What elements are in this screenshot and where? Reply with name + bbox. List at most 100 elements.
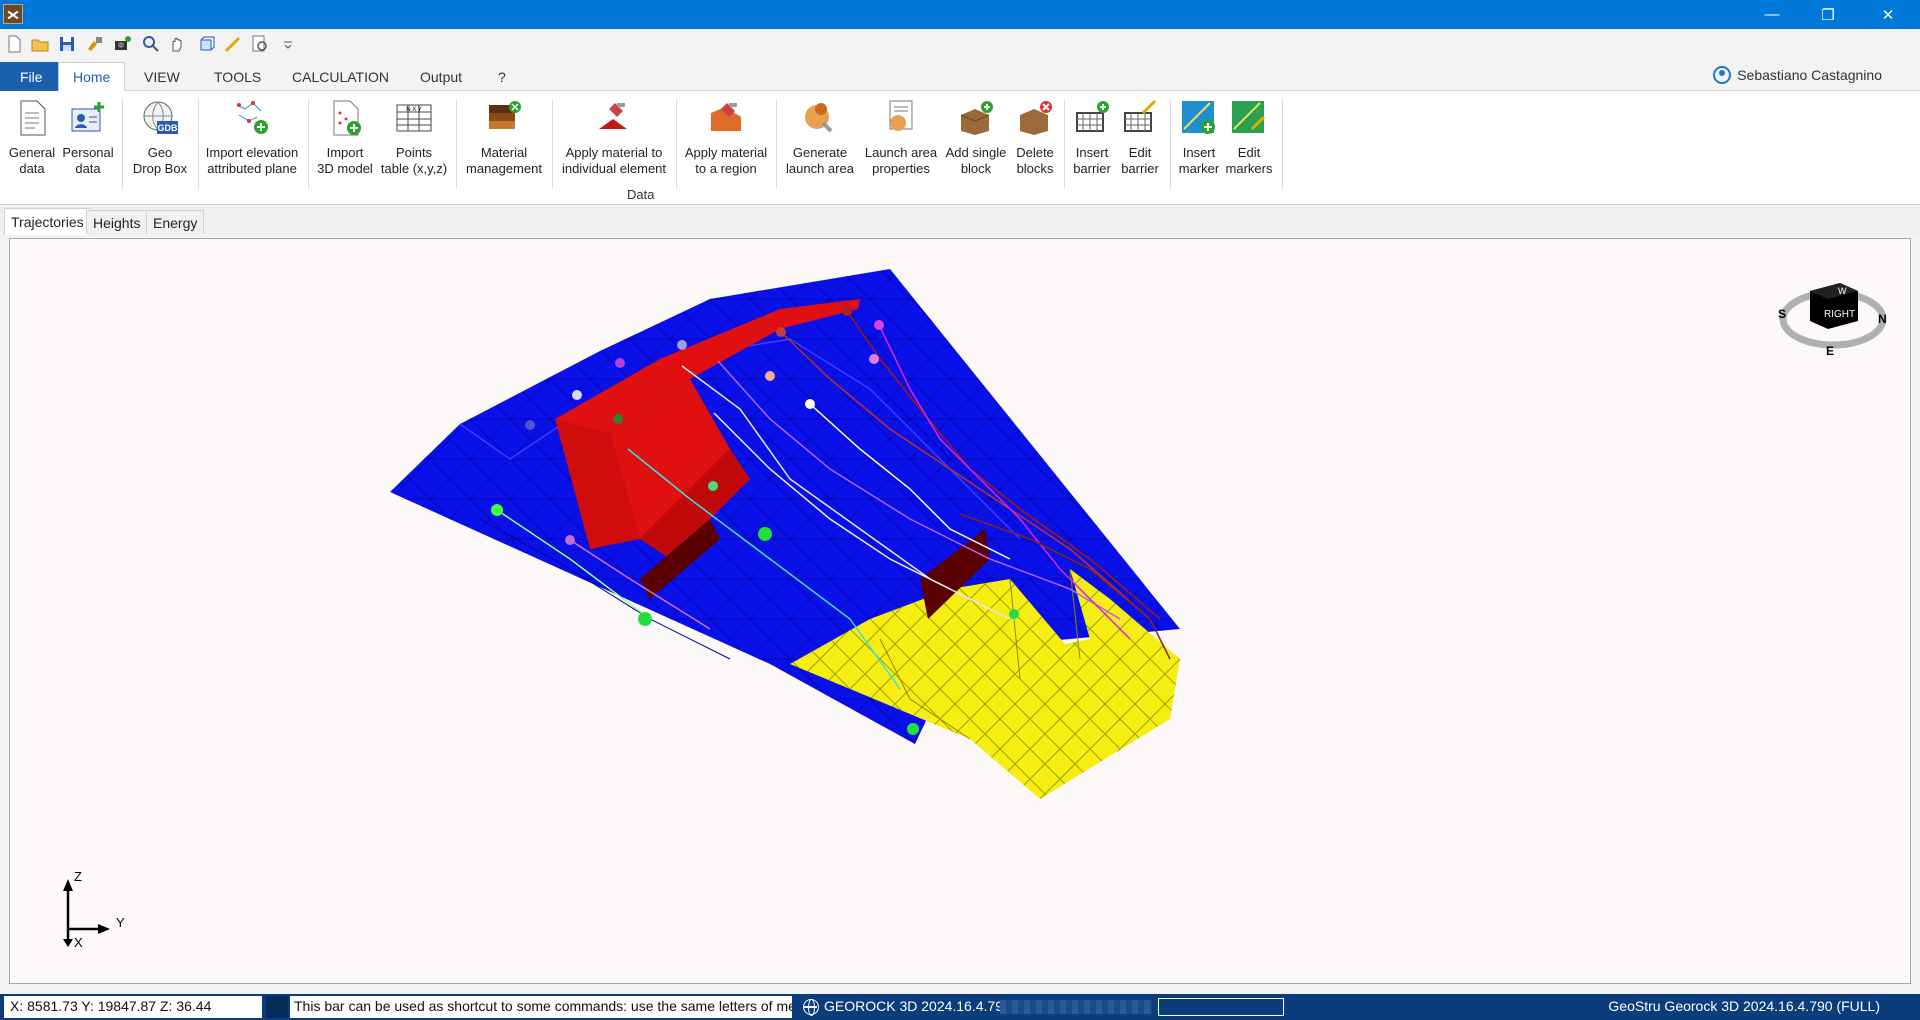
personal-card-icon	[71, 102, 104, 132]
marker-edit-icon	[1232, 101, 1266, 133]
ribbon-separator	[776, 99, 777, 189]
ribbon-separator	[552, 99, 553, 189]
import-model-icon	[333, 100, 361, 136]
axis-y-label: Y	[116, 915, 125, 930]
insert-marker-button[interactable]: Insert marker	[1174, 99, 1224, 177]
delete-blocks-button[interactable]: Delete blocks	[1010, 99, 1060, 177]
marker-insert-icon	[1182, 101, 1215, 134]
ribbon-separator	[1282, 99, 1283, 189]
app-icon[interactable]	[3, 4, 23, 24]
tab-energy[interactable]: Energy	[146, 210, 205, 234]
ribbon-separator	[1170, 99, 1171, 189]
user-account[interactable]: Sebastiano Castagnino	[1713, 66, 1882, 84]
globe-icon[interactable]	[803, 999, 819, 1016]
document-icon	[20, 100, 46, 136]
customize-dropdown-icon[interactable]	[282, 35, 294, 53]
tab-home[interactable]: Home	[58, 62, 126, 92]
insert-barrier-button[interactable]: Insert barrier	[1068, 99, 1116, 177]
progress-bar	[1158, 998, 1284, 1016]
elevation-points-icon	[236, 101, 268, 134]
tab-tools[interactable]: TOOLS	[200, 62, 275, 91]
ribbon-separator	[308, 99, 309, 189]
ribbon-separator	[456, 99, 457, 189]
zoom-icon[interactable]	[142, 35, 160, 53]
material-layers-icon	[489, 101, 521, 129]
edit-barrier-button[interactable]: Edit barrier	[1116, 99, 1164, 177]
ribbon-separator	[198, 99, 199, 189]
tab-trajectories[interactable]: Trajectories	[4, 208, 91, 235]
cursor-coordinates: X: 8581.73 Y: 19847.87 Z: 36.44	[4, 996, 262, 1018]
tab-help[interactable]: ?	[484, 62, 520, 91]
view-cube-right: N	[1878, 312, 1887, 326]
tab-file[interactable]: File	[0, 62, 63, 91]
cube-view-icon[interactable]	[198, 35, 216, 53]
terrain-scene	[390, 269, 1180, 799]
view-cube[interactable]: W RIGHT S N E	[1778, 271, 1888, 358]
launch-area-properties-button[interactable]: Launch area properties	[862, 99, 940, 177]
measure-icon[interactable]	[224, 35, 242, 53]
material-management-button[interactable]: Material management	[462, 99, 546, 177]
view-cube-icon: W RIGHT S N E	[1778, 283, 1887, 358]
pan-edit-icon[interactable]	[86, 35, 104, 53]
axis-x-label: X	[74, 935, 83, 949]
open-folder-icon[interactable]	[31, 35, 49, 53]
title-bar: — ❐ ✕	[0, 0, 1920, 29]
ribbon-tabs: File Home VIEW TOOLS CALCULATION Output …	[0, 58, 1920, 92]
command-input[interactable]: This bar can be used as shortcut to some…	[290, 996, 792, 1018]
ribbon-separator	[122, 99, 123, 189]
apply-material-region-button[interactable]: Apply material to a region	[682, 99, 770, 177]
new-file-icon[interactable]	[5, 35, 23, 53]
personal-data-button[interactable]: Personal data	[60, 99, 116, 177]
import-elevation-button[interactable]: Import elevation attributed plane	[202, 99, 302, 177]
quick-access-toolbar	[0, 29, 1920, 58]
launch-properties-icon	[889, 100, 913, 131]
status-bar: X: 8581.73 Y: 19847.87 Z: 36.44 This bar…	[0, 994, 1920, 1020]
view-cube-left: S	[1778, 307, 1786, 321]
globe-database-icon: GDB	[143, 101, 179, 134]
barrier-insert-icon	[1076, 101, 1109, 132]
tab-output[interactable]: Output	[406, 62, 476, 91]
paint-element-icon	[599, 103, 627, 129]
delete-block-icon	[1020, 101, 1052, 135]
apply-material-element-button[interactable]: Apply material to individual element	[558, 99, 670, 177]
points-table-header: N X Y	[406, 107, 422, 113]
view-cube-face: RIGHT	[1824, 309, 1855, 320]
print-preview-icon[interactable]	[251, 35, 269, 53]
add-block-icon	[960, 101, 993, 135]
points-table-button[interactable]: N X Y Points table (x,y,z)	[378, 99, 450, 177]
paint-region-icon	[711, 103, 741, 131]
launch-area-icon	[805, 103, 833, 133]
close-button[interactable]: ✕	[1860, 0, 1916, 29]
view-tabs: Trajectories Heights Energy	[0, 206, 1920, 236]
view-cube-top: W	[1838, 286, 1847, 296]
general-data-button[interactable]: General data	[6, 99, 58, 177]
product-version: GEOROCK 3D 2024.16.4.790	[824, 998, 1011, 1014]
minimize-button[interactable]: —	[1744, 0, 1800, 29]
import-3d-model-button[interactable]: Import 3D model	[314, 99, 376, 177]
tab-heights[interactable]: Heights	[86, 210, 148, 234]
tab-view[interactable]: VIEW	[130, 62, 194, 91]
ribbon-separator	[676, 99, 677, 189]
generate-launch-area-button[interactable]: Generate launch area	[780, 99, 860, 177]
add-single-block-button[interactable]: Add single block	[944, 99, 1008, 177]
3d-viewport[interactable]: W RIGHT S N E Z Y X	[9, 238, 1911, 984]
view-cube-bottom: E	[1826, 344, 1834, 357]
tab-calculation[interactable]: CALCULATION	[278, 62, 403, 91]
redacted-field	[1000, 1000, 1152, 1014]
save-icon[interactable]	[58, 35, 76, 53]
table-icon: N X Y	[396, 104, 432, 132]
license-version: GeoStru Georock 3D 2024.16.4.790 (FULL)	[1608, 998, 1880, 1014]
geodb-badge: GDB	[158, 123, 179, 133]
hand-pan-icon[interactable]	[168, 35, 186, 53]
command-bar-marker	[266, 996, 288, 1018]
axis-z-label: Z	[74, 869, 82, 884]
edit-markers-button[interactable]: Edit markers	[1224, 99, 1274, 177]
ribbon-group-label: Data	[627, 187, 655, 202]
user-name: Sebastiano Castagnino	[1737, 67, 1882, 83]
axis-triad-icon: Z Y X	[63, 869, 125, 950]
camera-icon[interactable]	[113, 35, 131, 53]
geo-drop-box-button[interactable]: GDB Geo Drop Box	[128, 99, 192, 177]
restore-button[interactable]: ❐	[1800, 0, 1856, 29]
barrier-edit-icon	[1124, 99, 1157, 132]
user-icon	[1713, 66, 1732, 84]
